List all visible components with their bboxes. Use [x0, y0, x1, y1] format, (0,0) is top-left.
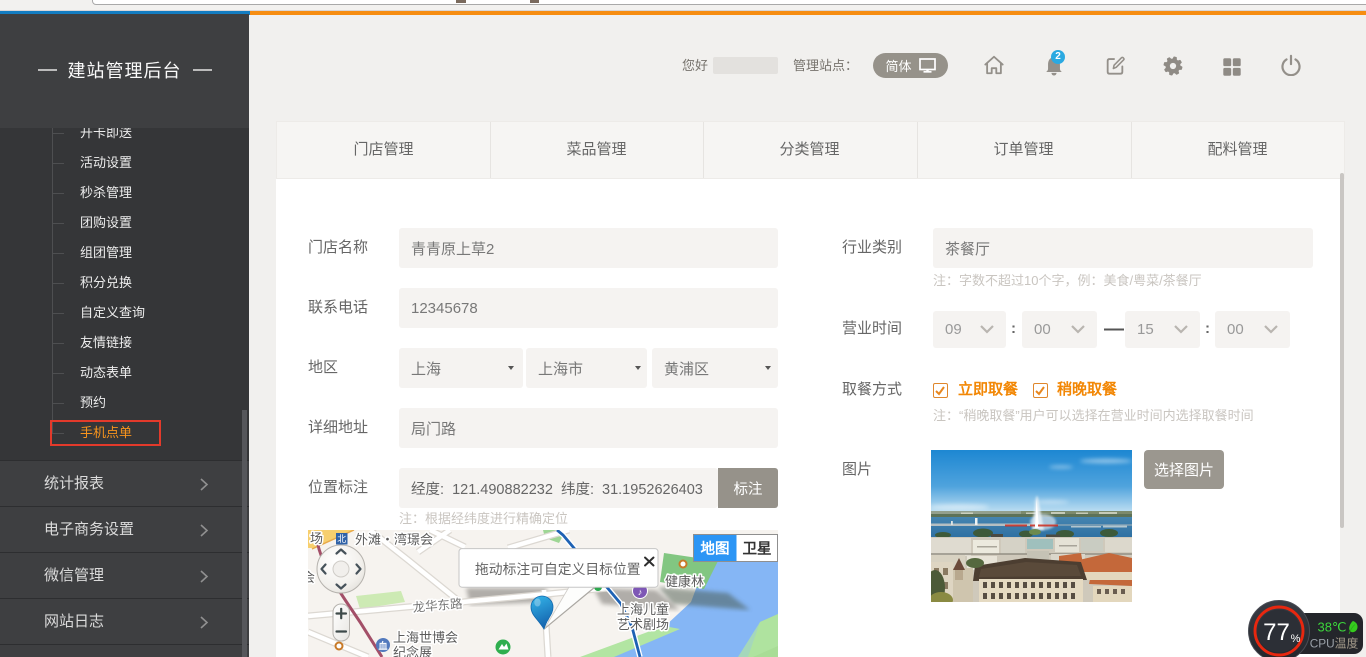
svg-text:拖动标注可自定义目标位置: 拖动标注可自定义目标位置	[475, 562, 641, 577]
svg-text:艺术剧场: 艺术剧场	[617, 617, 669, 632]
svg-text:77: 77	[1263, 619, 1290, 646]
svg-text:会: 会	[308, 570, 315, 585]
svg-text:CPU温度: CPU温度	[1310, 637, 1359, 651]
svg-text:上海世博会: 上海世博会	[393, 630, 458, 645]
svg-text:血: 血	[378, 640, 387, 651]
svg-text:北: 北	[337, 534, 346, 544]
svg-text:健康林: 健康林	[665, 574, 704, 589]
svg-text:场: 场	[310, 531, 323, 546]
svg-text:♪: ♪	[638, 587, 643, 597]
svg-text:%: %	[1291, 633, 1301, 645]
svg-text:外滩・湾璟会: 外滩・湾璟会	[355, 532, 433, 547]
svg-text:卫星: 卫星	[743, 541, 772, 558]
svg-text:地图: 地图	[701, 540, 730, 558]
svg-text:纪念展: 纪念展	[393, 645, 432, 657]
svg-text:38℃: 38℃	[1317, 620, 1346, 635]
svg-text:上海儿童: 上海儿童	[617, 602, 669, 617]
